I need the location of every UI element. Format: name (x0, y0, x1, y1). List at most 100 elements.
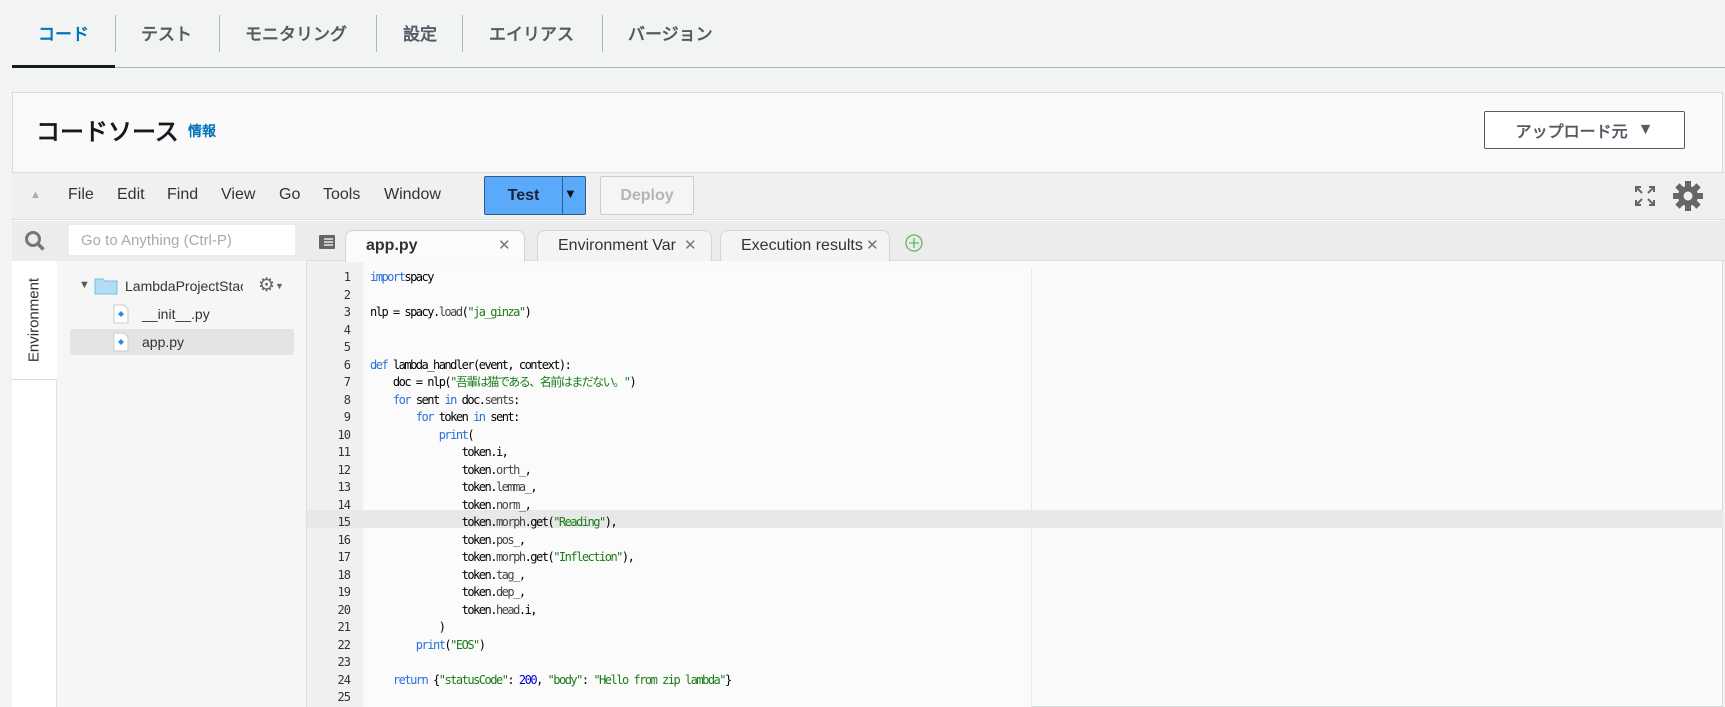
code-token: ) (524, 305, 532, 319)
code-line[interactable]: token.tag_, (370, 567, 526, 585)
line-number: 5 (343, 340, 351, 354)
caret-down-icon: ▼ (1637, 121, 1654, 138)
search-icon[interactable] (24, 230, 46, 252)
folder-name[interactable]: LambdaProjectStack (125, 278, 243, 294)
line-number: 6 (343, 357, 351, 372)
line-number: 9 (343, 410, 351, 424)
close-icon[interactable]: ✕ (684, 231, 697, 261)
code-line[interactable]: nlp = spacy.load("ja_ginza") (370, 304, 532, 322)
editor-tab-app-py[interactable]: app.py ✕ (345, 230, 525, 262)
tab-settings[interactable]: 設定 (403, 20, 437, 50)
code-line[interactable]: token.orth_, (370, 462, 532, 480)
code-line[interactable]: token.morph.get("Reading"), (370, 514, 618, 532)
code-line[interactable]: return {"statusCode": 200, "body": "Hell… (370, 672, 732, 690)
code-token: ) (370, 620, 446, 634)
code-line[interactable]: doc = nlp("吾輩は猫である、名前はまだない。") (370, 374, 637, 392)
goto-anything-input[interactable] (69, 225, 295, 255)
tab-monitoring[interactable]: モニタリング (245, 20, 347, 50)
code-token: "statusCode" (438, 672, 509, 687)
code-token: ), (604, 515, 618, 529)
tab-list-icon[interactable] (318, 234, 336, 250)
code-line[interactable]: token.morph.get("Inflection"), (370, 549, 635, 567)
line-number: 24 (337, 672, 351, 687)
code-token: token. (370, 585, 498, 599)
test-dropdown-icon[interactable]: ▼ (564, 186, 577, 201)
expand-triangle-icon[interactable]: ▼ (79, 279, 90, 291)
code-line[interactable]: token.norm_, (370, 497, 532, 515)
code-token: token. (370, 532, 498, 547)
line-number: 15 (337, 515, 351, 529)
line-number: 20 (337, 602, 351, 617)
tab-divider (219, 15, 220, 52)
tab-code[interactable]: コード (38, 20, 89, 50)
menu-window[interactable]: Window (384, 186, 441, 204)
menu-edit[interactable]: Edit (117, 186, 145, 204)
line-number: 21 (337, 620, 351, 634)
line-number: 12 (337, 462, 351, 477)
code-token: , (518, 585, 526, 599)
file-app-py[interactable]: app.py (142, 334, 184, 350)
editor-tab-execution-results[interactable]: Execution results ✕ (720, 230, 890, 261)
tab-aliases[interactable]: エイリアス (489, 20, 574, 50)
code-token: token. (370, 462, 498, 477)
code-token: def (370, 357, 389, 372)
menu-go[interactable]: Go (279, 186, 300, 204)
deploy-button[interactable]: Deploy (600, 176, 694, 215)
menu-file[interactable]: File (68, 186, 94, 204)
collapse-up-icon[interactable]: ▲ (30, 189, 41, 201)
code-line[interactable]: print( (370, 427, 475, 445)
gear-icon[interactable] (1672, 180, 1704, 212)
code-line[interactable]: ) (370, 619, 446, 637)
close-icon[interactable]: ✕ (866, 231, 879, 261)
code-token: "Hello from zip lambda" (593, 672, 726, 687)
code-line[interactable]: for sent in doc.sents: (370, 392, 520, 410)
code-line[interactable]: token.head.i, (370, 602, 538, 620)
code-line[interactable]: for token in sent: (370, 409, 521, 427)
line-number: 8 (343, 392, 351, 407)
menu-view[interactable]: View (221, 186, 255, 204)
line-number: 7 (343, 375, 351, 389)
code-line[interactable]: def lambda_handler(event, context): (370, 357, 572, 375)
tab-test[interactable]: テスト (141, 20, 192, 50)
code-line[interactable]: print("EOS") (370, 637, 486, 655)
file-init-py[interactable]: __init__.py (142, 306, 210, 322)
code-token: load (438, 305, 463, 319)
tree-settings-gear-icon[interactable]: ⚙▼ (258, 274, 284, 297)
tab-versions[interactable]: バージョン (628, 20, 713, 50)
fullscreen-icon[interactable] (1634, 185, 1656, 207)
line-number: 10 (337, 427, 351, 442)
code-line[interactable]: token.dep_, (370, 584, 526, 602)
code-line[interactable]: importspacy (370, 269, 434, 287)
code-token: "ja_ginza" (467, 305, 526, 319)
code-token: import (370, 270, 406, 284)
python-file-icon (113, 332, 129, 352)
code-token: token. (370, 602, 498, 617)
code-line[interactable]: token.pos_, (370, 532, 526, 550)
close-icon[interactable]: ✕ (498, 231, 511, 261)
ide-toolbar (12, 172, 1725, 220)
code-token: , (524, 462, 532, 477)
code-token: spacy (404, 270, 434, 284)
code-token: .i, (518, 602, 538, 617)
code-token: token. (370, 515, 498, 529)
editor-tab-environment-vars[interactable]: Environment Var ✕ (537, 230, 712, 261)
add-tab-icon[interactable] (904, 233, 924, 253)
code-token: sent (410, 392, 445, 407)
code-line[interactable]: token.i, (370, 444, 509, 462)
menu-find[interactable]: Find (167, 186, 198, 204)
info-link[interactable]: 情報 (188, 121, 216, 141)
code-token: lemma_ (495, 480, 532, 494)
test-button[interactable]: Test (484, 176, 563, 215)
upload-from-button[interactable]: アップロード元 ▼ (1484, 111, 1685, 149)
code-token: ( (467, 427, 474, 442)
code-token: token.i, (370, 445, 509, 459)
code-line[interactable]: token.lemma_, (370, 479, 538, 497)
menu-tools[interactable]: Tools (323, 186, 360, 204)
test-divider (562, 177, 563, 214)
code-token: tag_ (495, 567, 520, 582)
tab-label: Execution results (741, 237, 863, 254)
